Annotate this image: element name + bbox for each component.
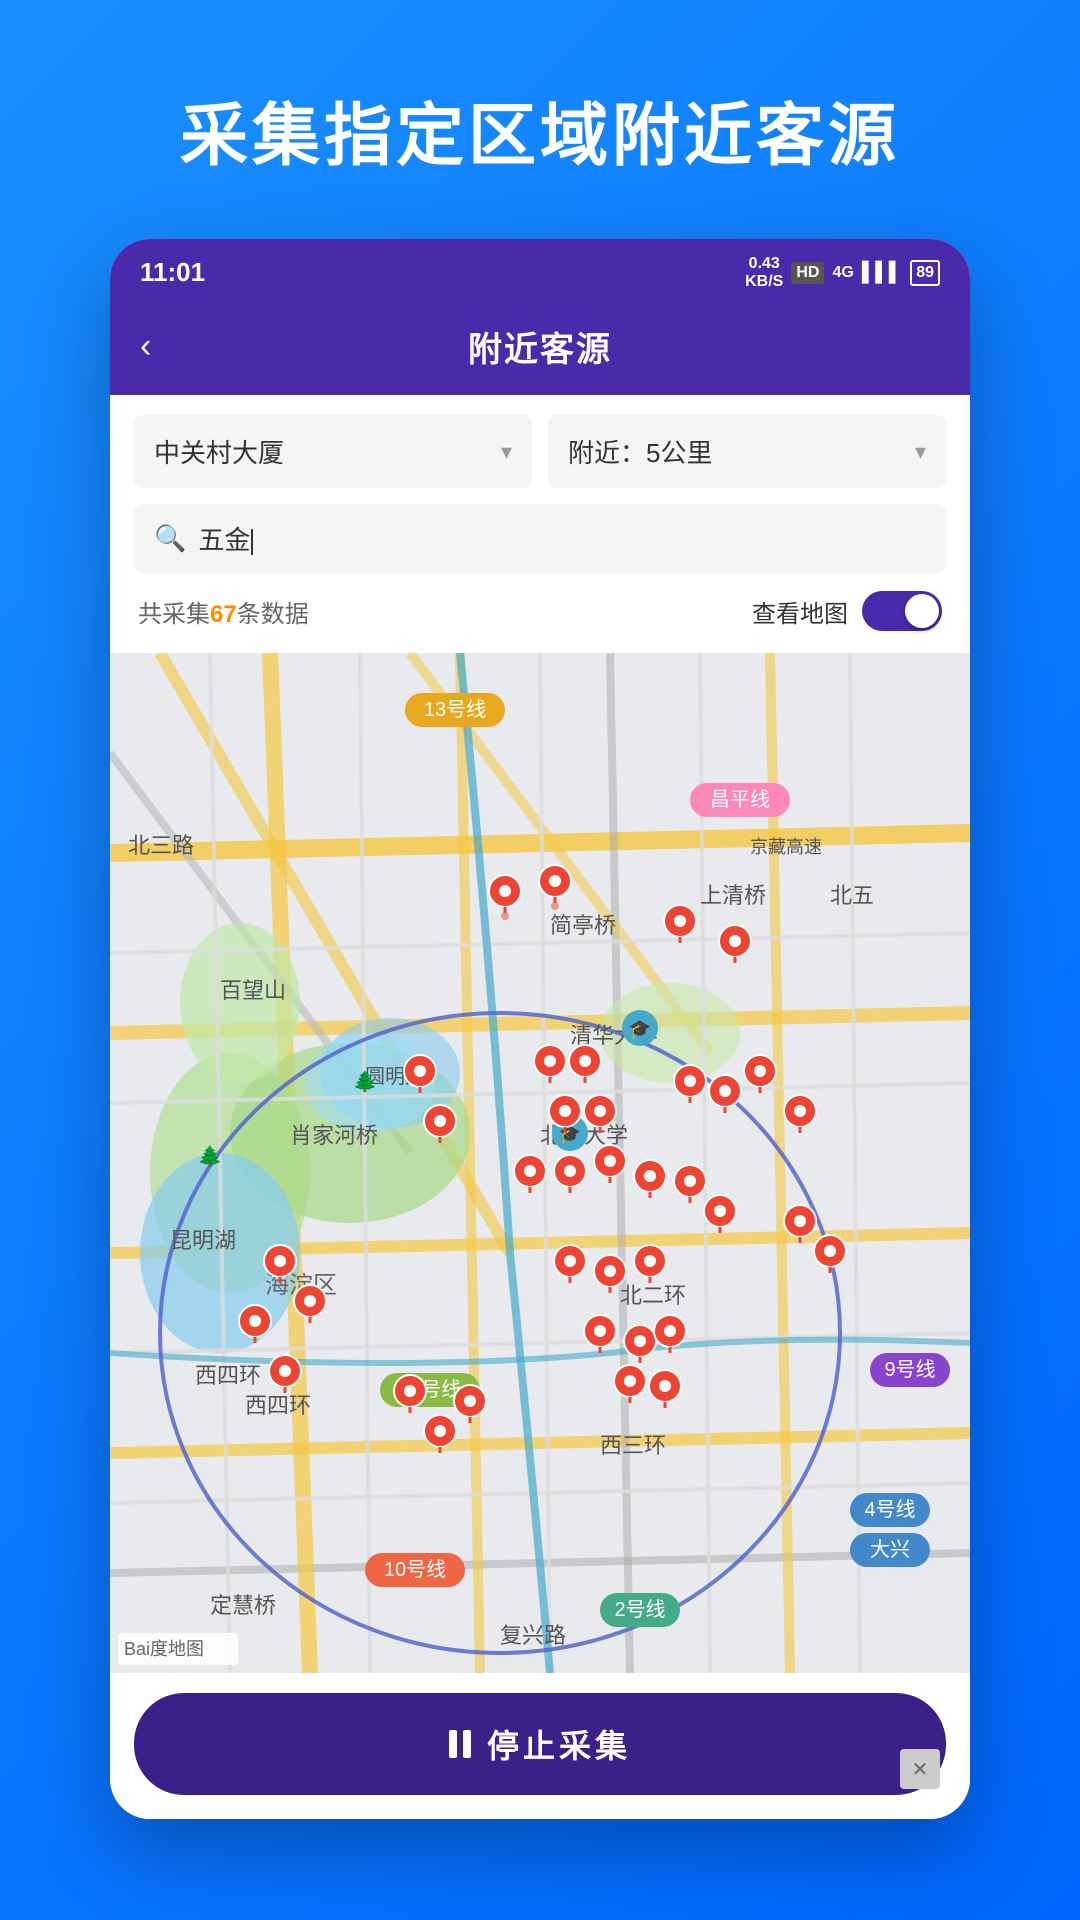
svg-text:京藏高速: 京藏高速: [750, 837, 822, 857]
map-view-toggle[interactable]: [862, 591, 942, 631]
svg-text:西四环: 西四环: [245, 1393, 311, 1418]
svg-text:昆明湖: 昆明湖: [170, 1228, 236, 1253]
svg-text:复兴路: 复兴路: [500, 1623, 566, 1648]
nearby-value: 附近：5公里: [568, 433, 712, 470]
pause-bar-right: [463, 1730, 471, 1758]
svg-text:肖家河桥: 肖家河桥: [290, 1123, 378, 1148]
svg-text:10号线: 10号线: [384, 1558, 446, 1581]
svg-text:西四环: 西四环: [195, 1363, 261, 1388]
hd-badge: HD: [791, 262, 824, 284]
back-button[interactable]: ‹: [140, 327, 151, 366]
svg-text:4号线: 4号线: [864, 1498, 915, 1521]
page-title: 附近客源: [468, 322, 612, 371]
status-bar: 11:01 0.43 KB/S HD 4G ▌▌▌ 89: [110, 239, 970, 302]
stats-text: 共采集67条数据: [138, 594, 309, 629]
close-corner-button[interactable]: ✕: [900, 1749, 940, 1789]
location-value: 中关村大厦: [154, 433, 284, 470]
stop-collect-button[interactable]: 停止采集: [134, 1693, 946, 1795]
svg-text:大兴: 大兴: [870, 1538, 910, 1561]
svg-text:西三环: 西三环: [600, 1433, 666, 1458]
location-arrow-icon: ▾: [501, 439, 512, 465]
dropdown-row: 中关村大厦 ▾ 附近：5公里 ▾: [134, 415, 946, 488]
signal-4g: 4G: [832, 264, 853, 282]
svg-text:北五: 北五: [830, 883, 874, 908]
search-input[interactable]: 五金: [198, 520, 926, 557]
stats-row: 共采集67条数据 查看地图: [134, 587, 946, 639]
svg-text:定慧桥: 定慧桥: [210, 1593, 276, 1618]
map-toggle-area: 查看地图: [752, 591, 942, 631]
pause-icon: [449, 1730, 471, 1758]
svg-text:百望山: 百望山: [220, 978, 286, 1003]
svg-text:昌平线: 昌平线: [710, 788, 770, 811]
svg-text:🌲: 🌲: [198, 1144, 223, 1168]
nearby-dropdown[interactable]: 附近：5公里 ▾: [548, 415, 946, 488]
phone-frame: 11:01 0.43 KB/S HD 4G ▌▌▌ 89 ‹ 附近客源 中关村大…: [110, 239, 970, 1819]
search-row: 🔍 五金: [134, 504, 946, 573]
svg-text:北三路: 北三路: [128, 833, 194, 858]
svg-text:🌲: 🌲: [353, 1069, 378, 1093]
svg-text:2号线: 2号线: [614, 1598, 665, 1621]
nearby-arrow-icon: ▾: [915, 439, 926, 465]
status-icons: 0.43 KB/S HD 4G ▌▌▌ 89: [745, 255, 940, 290]
svg-text:上清桥: 上清桥: [700, 883, 766, 908]
app-header: ‹ 附近客源: [110, 302, 970, 395]
svg-text:9号线: 9号线: [884, 1358, 935, 1381]
svg-text:北二环: 北二环: [620, 1283, 686, 1308]
map-label: 查看地图: [752, 594, 848, 629]
network-speed: 0.43 KB/S: [745, 255, 783, 290]
status-time: 11:01: [140, 257, 205, 288]
svg-text:13号线: 13号线: [424, 698, 486, 721]
stats-count: 67: [210, 601, 237, 628]
page-headline: 采集指定区域附近客源: [120, 0, 960, 239]
map-container[interactable]: 百望山 昆明湖 海淀区 肖家河桥 圆明园 西四环 西四环 清华大学 北京大学 北…: [110, 653, 970, 1673]
svg-text:简亭桥: 简亭桥: [550, 913, 616, 938]
pause-bar-left: [449, 1730, 457, 1758]
toggle-knob: [905, 594, 939, 628]
svg-text:🎓: 🎓: [629, 1019, 651, 1039]
battery-icon: 89: [910, 260, 940, 286]
bottom-bar: 停止采集 ✕: [110, 1673, 970, 1819]
location-dropdown[interactable]: 中关村大厦 ▾: [134, 415, 532, 488]
stop-btn-label: 停止采集: [487, 1721, 631, 1767]
svg-text:Bai度地图: Bai度地图: [124, 1639, 204, 1659]
signal-bars-icon: ▌▌▌: [862, 262, 902, 284]
map-svg: 百望山 昆明湖 海淀区 肖家河桥 圆明园 西四环 西四环 清华大学 北京大学 北…: [110, 653, 970, 1673]
controls-area: 中关村大厦 ▾ 附近：5公里 ▾ 🔍 五金 共采集67条数据 查看地图: [110, 395, 970, 653]
search-icon: 🔍: [154, 523, 186, 554]
